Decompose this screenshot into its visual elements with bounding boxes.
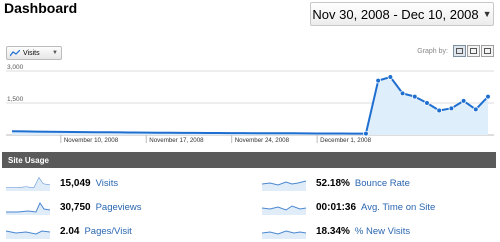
usage-value: 30,750 (60, 201, 91, 213)
usage-link[interactable]: Pageviews (96, 202, 142, 213)
x-tick-label: November 10, 2008 (64, 137, 119, 144)
site-usage-header: Site Usage (2, 152, 496, 168)
chevron-down-icon: ▼ (52, 50, 58, 56)
graph-by-controls: Graph by: (417, 45, 494, 57)
sparkline-icon (6, 230, 50, 239)
graph-by-day-button[interactable] (453, 45, 466, 57)
sparkline-icon (6, 201, 50, 215)
x-tick-label: November 24, 2008 (235, 137, 290, 144)
x-tick-label: November 17, 2008 (149, 137, 204, 144)
visits-chart: 3,000 1,500 November 10, 2008 November 17… (6, 64, 494, 144)
y-tick-label: 1,500 (7, 96, 24, 103)
date-range-picker[interactable]: Nov 30, 2008 - Dec 10, 2008 ▼ (310, 2, 494, 26)
visits-area (12, 77, 488, 135)
usage-link[interactable]: Avg. Time on Site (361, 202, 435, 213)
metric-selector[interactable]: Visits ▼ (6, 46, 62, 60)
data-point[interactable] (363, 130, 369, 137)
data-point[interactable] (411, 93, 418, 100)
usage-value: 00:01:36 (316, 201, 357, 213)
sparkline-icon (262, 230, 306, 239)
chevron-down-icon: ▼ (482, 9, 492, 19)
sparkline-icon (262, 205, 306, 215)
y-tick-label: 3,000 (7, 64, 24, 71)
x-axis-labels: November 10, 2008 November 17, 2008 Novemb… (60, 135, 372, 144)
usage-link[interactable]: Visits (96, 178, 119, 189)
data-point[interactable] (424, 100, 430, 106)
graph-by-week-button[interactable] (467, 45, 480, 57)
data-point[interactable] (436, 107, 442, 114)
data-point[interactable] (460, 98, 467, 104)
usage-link[interactable]: Pages/Visit (84, 226, 131, 237)
metric-selector-label: Visits (23, 49, 40, 57)
usage-value: 2.04 (60, 225, 80, 237)
usage-link[interactable]: % New Visits (355, 226, 410, 237)
data-point[interactable] (387, 74, 394, 80)
x-tick-label: December 1, 2008 (320, 137, 371, 144)
data-point[interactable] (375, 77, 381, 84)
usage-new-visits[interactable]: 18.34% % New Visits (262, 220, 410, 242)
graph-by-label: Graph by: (417, 47, 448, 55)
usage-pageviews[interactable]: 30,750 Pageviews (6, 196, 142, 218)
sparkline-icon (262, 180, 306, 191)
data-point[interactable] (399, 90, 406, 97)
data-point[interactable] (448, 105, 455, 112)
usage-bounce-rate[interactable]: 52.18% Bounce Rate (262, 172, 410, 194)
usage-visits[interactable]: 15,049 Visits (6, 172, 118, 194)
page-title: Dashboard (4, 0, 78, 16)
data-point[interactable] (472, 106, 479, 113)
usage-avg-time[interactable]: 00:01:36 Avg. Time on Site (262, 196, 435, 218)
data-point[interactable] (485, 93, 491, 100)
line-chart-icon (10, 49, 20, 56)
usage-link[interactable]: Bounce Rate (355, 178, 410, 189)
usage-value: 18.34% (316, 225, 350, 237)
usage-value: 52.18% (316, 177, 350, 189)
calendar-day-icon (456, 48, 463, 54)
sparkline-icon (6, 177, 50, 191)
graph-by-month-button[interactable] (481, 45, 494, 57)
calendar-month-icon (484, 48, 491, 54)
usage-value: 15,049 (60, 177, 91, 189)
calendar-week-icon (470, 48, 477, 54)
usage-pages-per-visit[interactable]: 2.04 Pages/Visit (6, 220, 132, 242)
date-range-text: Nov 30, 2008 - Dec 10, 2008 (312, 6, 479, 22)
